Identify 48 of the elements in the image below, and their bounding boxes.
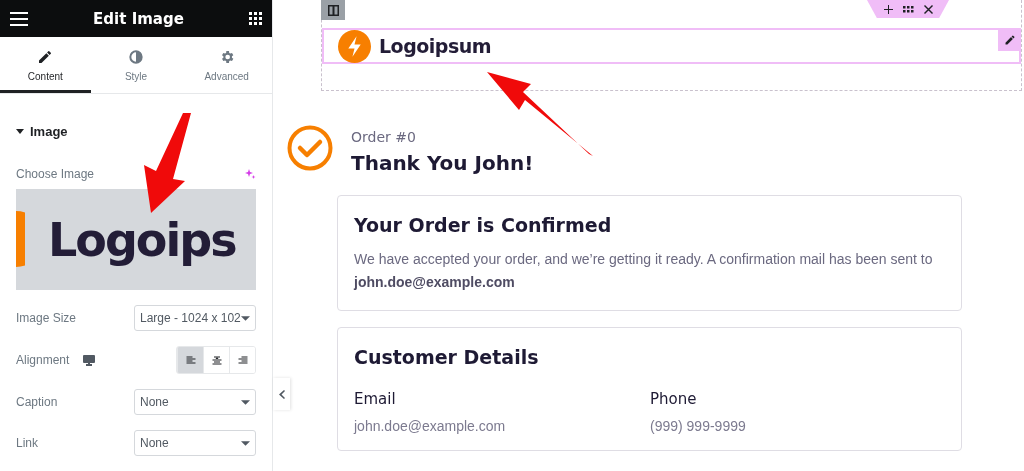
logo-text: Logoips: [48, 212, 236, 267]
desktop-icon[interactable]: [83, 354, 96, 366]
select-field[interactable]: Large - 1024 x 102: [134, 305, 256, 331]
align-right-icon: [236, 354, 249, 366]
columns-icon: [327, 4, 339, 16]
logo-widget[interactable]: Logoipsum: [322, 28, 1021, 64]
panel-title: Edit Image: [93, 9, 184, 28]
chevron-left-icon: [278, 389, 285, 399]
caret-icon: [241, 399, 250, 405]
caret-icon: [241, 440, 250, 446]
bolt-logo-icon: [338, 29, 371, 63]
field-label: Link: [16, 436, 38, 450]
field-label: Caption: [16, 395, 58, 409]
field-label: Email: [354, 390, 397, 408]
column-handle[interactable]: [321, 0, 345, 20]
field-value: (999) 999-9999: [650, 418, 747, 434]
plus-icon[interactable]: [883, 4, 893, 14]
select-field[interactable]: None: [134, 430, 256, 456]
field-label: Alignment: [16, 353, 70, 367]
align-center-icon: [210, 354, 223, 366]
thank-you-title: Thank You John!: [351, 151, 534, 175]
collapse-button[interactable]: [273, 378, 290, 410]
field-label: Phone: [650, 390, 698, 408]
check-circle-icon: [287, 125, 333, 171]
sparkle-icon[interactable]: [244, 168, 256, 180]
grid-icon[interactable]: [249, 12, 262, 25]
drag-icon[interactable]: [902, 5, 914, 13]
caret-icon: [241, 315, 250, 321]
order-number: Order #0: [351, 129, 417, 145]
align-button[interactable]: [229, 347, 255, 373]
section-toggle[interactable]: Image: [16, 124, 256, 139]
card-title: Customer Details: [354, 346, 540, 368]
edit-button[interactable]: [998, 29, 1021, 51]
image-preview[interactable]: Logoips: [16, 189, 256, 290]
card-text: We have accepted your order, and we’re getting it ready. A confirmation mail has been sent to john.doe@example.com: [354, 250, 934, 292]
select-field[interactable]: None: [134, 389, 256, 415]
close-icon[interactable]: [923, 4, 933, 14]
card-title: Your Order is Confirmed: [354, 214, 613, 236]
caret-icon: [16, 129, 24, 134]
align-button[interactable]: [177, 347, 203, 373]
menu-icon[interactable]: [10, 11, 28, 26]
field-label: Image Size: [16, 311, 77, 325]
logo-text: Logoipsum: [379, 35, 492, 57]
align-left-icon: [184, 354, 197, 366]
pencil-icon: [37, 48, 54, 65]
field-value: john.doe@example.com: [354, 418, 507, 434]
pencil-icon: [1003, 34, 1016, 46]
field-label: Choose Image: [16, 167, 95, 181]
